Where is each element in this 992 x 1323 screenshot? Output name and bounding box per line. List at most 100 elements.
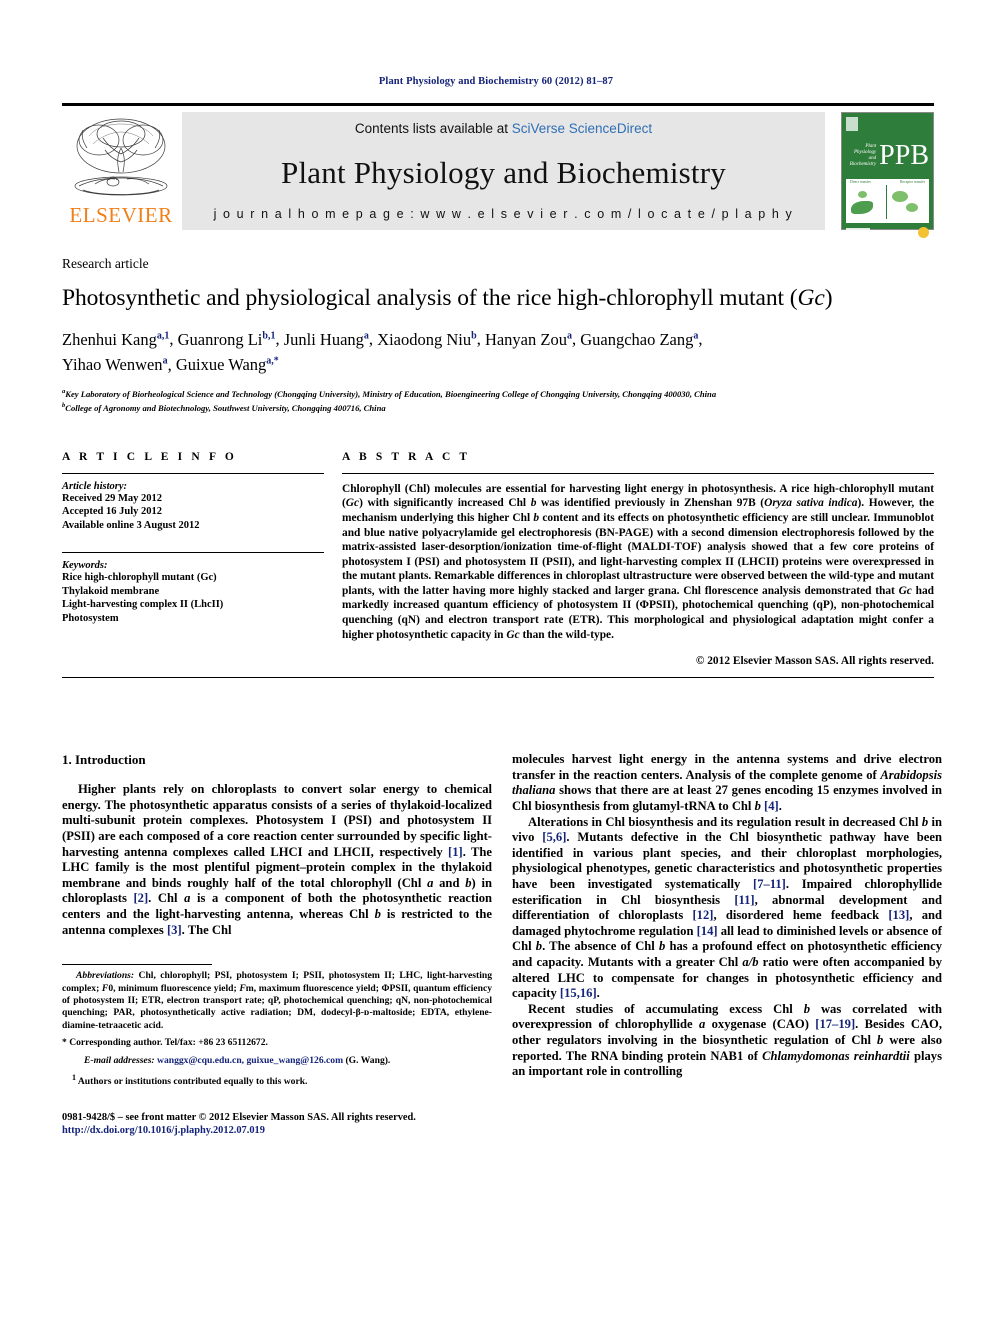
abstract-column: A B S T R A C T Chlorophyll (Chl) molecu… xyxy=(342,450,935,668)
footnote-equal-contribution-text: Authors or institutions contributed equa… xyxy=(77,1076,308,1088)
article-info-rule xyxy=(62,472,324,474)
paragraph: molecules harvest light energy in the an… xyxy=(512,752,942,814)
section-heading-introduction: 1. Introduction xyxy=(62,752,146,768)
article-info-heading: A R T I C L E I N F O xyxy=(62,450,237,463)
author-name: Guanrong Li xyxy=(177,329,263,349)
journal-title: Plant Physiology and Biochemistry xyxy=(281,154,726,190)
author-name: Yihao Wenwen xyxy=(62,355,163,374)
author-affil-marker: a,1 xyxy=(156,330,170,341)
keywords-rule xyxy=(62,552,324,554)
abstract-heading: A B S T R A C T xyxy=(342,450,471,463)
journal-cover-thumbnail: Plant Physiology and Biochemistry PPB Di… xyxy=(841,112,934,238)
affiliation-text: College of Agronomy and Biotechnology, S… xyxy=(65,403,386,414)
article-history-accepted: Accepted 16 July 2012 xyxy=(62,506,163,518)
footnote-emails: E-mail addresses: wanggx@cqu.edu.cn, gui… xyxy=(62,1055,492,1067)
title-italic: Gc xyxy=(797,285,825,311)
journal-homepage[interactable]: j o u r n a l h o m e p a g e : w w w . … xyxy=(214,207,794,221)
cover-figure: Direct transfer Receptor transfer xyxy=(846,179,929,223)
title-main: Photosynthetic and physiological analysi… xyxy=(62,285,798,311)
author-item: Junli Huanga xyxy=(284,330,369,349)
footnote-email-addresses[interactable]: wanggx@cqu.edu.cn, guixue_wang@126.com xyxy=(157,1055,343,1066)
cover-circle-1 xyxy=(892,191,908,202)
paragraph: Alterations in Chl biosynthesis and its … xyxy=(512,814,943,1001)
title-end: ) xyxy=(824,285,833,311)
body-columns: 1. Introduction Higher plants rely on ch… xyxy=(62,752,942,1136)
page-title: Photosynthetic and physiological analysi… xyxy=(62,284,934,312)
body-column-left: 1. Introduction Higher plants rely on ch… xyxy=(62,752,492,1136)
cover-ppb-letters: PPB xyxy=(879,140,929,171)
author-list: Zhenhui Kanga,1, Guanrong Lib,1, Junli H… xyxy=(62,329,703,375)
cover-figure-label-left: Direct transfer xyxy=(850,180,871,184)
article-info-abstract-block: A R T I C L E I N F O Article history: R… xyxy=(62,450,935,668)
cover-bottom-mark xyxy=(846,227,870,238)
author-name: Guangchao Zang xyxy=(580,329,694,349)
elsevier-logo: ELSEVIER xyxy=(62,112,180,230)
sciencedirect-link[interactable]: SciVerse ScienceDirect xyxy=(512,121,652,136)
keyword-item: Thylakoid membrane xyxy=(62,585,160,597)
cover-circle-2 xyxy=(906,203,918,212)
contents-list-line: Contents lists available at SciVerse Sci… xyxy=(355,121,652,136)
article-history-online: Available online 3 August 2012 xyxy=(62,519,200,531)
author-item: Hanyan Zoua xyxy=(485,330,572,349)
cover-divider xyxy=(886,185,887,219)
cover-elsevier-mark-icon xyxy=(846,117,858,131)
author-affil-marker: a,* xyxy=(266,355,279,367)
paragraph: Higher plants rely on chloroplasts to co… xyxy=(62,782,493,937)
cover-name-line-4: Biochemistry xyxy=(849,162,877,167)
affiliation-item: aKey Laboratory of Biorheological Scienc… xyxy=(62,386,934,400)
issn-line: 0981-9428/$ – see front matter © 2012 El… xyxy=(62,1111,416,1123)
cover-leaf-shape xyxy=(851,201,873,214)
author-name: Junli Huang xyxy=(283,329,364,349)
footnote-marker: 1 xyxy=(72,1073,76,1083)
author-item: Guixue Wanga,* xyxy=(176,355,279,374)
author-affil-marker: a xyxy=(693,330,699,341)
author-name: Guixue Wang xyxy=(175,355,267,374)
footnote-rule xyxy=(62,964,212,966)
contents-prefix: Contents lists available at xyxy=(354,121,512,136)
article-info-column: A R T I C L E I N F O Article history: R… xyxy=(62,451,324,668)
author-name: Hanyan Zou xyxy=(484,329,567,349)
footnote-corresponding-author: * Corresponding author. Tel/fax: +86 23 … xyxy=(62,1037,268,1049)
abstract-bottom-rule xyxy=(62,677,934,679)
author-affil-marker: b xyxy=(471,330,477,341)
affiliation-text: Key Laboratory of Biorheological Science… xyxy=(65,388,717,399)
paragraph: Recent studies of accumulating excess Ch… xyxy=(512,1001,943,1079)
footnote-equal-contribution: 1 Authors or institutions contributed eq… xyxy=(62,1072,492,1089)
author-item: Guangchao Zanga xyxy=(580,330,698,349)
footnotes-block: Abbreviations: Chl, chlorophyll; PSI, ph… xyxy=(62,964,492,1136)
cover-bottom-row xyxy=(846,226,929,239)
affiliation-item: bCollege of Agronomy and Biotechnology, … xyxy=(62,400,934,414)
author-name: Xiaodong Niu xyxy=(377,329,472,349)
doi-link[interactable]: http://dx.doi.org/10.1016/j.plaphy.2012.… xyxy=(62,1124,492,1137)
paper-page: Plant Physiology and Biochemistry 60 (20… xyxy=(0,0,992,1323)
author-item: Zhenhui Kanga,1 xyxy=(62,330,169,349)
author-item: Xiaodong Niub xyxy=(377,330,477,349)
cover-figure-label-right: Receptor transfer xyxy=(900,180,925,184)
journal-masthead: ELSEVIER Contents lists available at Sci… xyxy=(62,103,934,238)
cover-bottom-badge-icon xyxy=(918,227,929,238)
elsevier-tree-icon xyxy=(69,114,173,204)
keyword-item: Photosystem xyxy=(62,612,119,624)
footnote-email-suffix: (G. Wang). xyxy=(343,1054,391,1066)
keyword-item: Rice high-chlorophyll mutant (Gc) xyxy=(62,572,217,584)
author-affil-marker: a xyxy=(363,330,369,341)
masthead-center: Contents lists available at SciVerse Sci… xyxy=(182,112,825,230)
elsevier-wordmark: ELSEVIER xyxy=(69,203,173,227)
running-head: Plant Physiology and Biochemistry 60 (20… xyxy=(378,76,614,87)
abstract-text: Chlorophyll (Chl) molecules are essentia… xyxy=(342,482,935,641)
keyword-item: Light-harvesting complex II (LhcII) xyxy=(62,599,224,611)
abstract-rule xyxy=(342,472,934,474)
footnote-email-label: E-mail addresses: xyxy=(84,1054,155,1066)
keywords-label: Keywords: xyxy=(62,560,108,572)
footnote-abbreviations: Abbreviations: Chl, chlorophyll; PSI, ph… xyxy=(62,970,493,1031)
cover-top-row xyxy=(846,117,929,134)
cover-title-block: Plant Physiology and Biochemistry PPB xyxy=(846,136,929,176)
author-item: Yihao Wenwena xyxy=(62,355,168,374)
article-history-label: Article history: xyxy=(62,480,128,492)
author-affil-marker: a xyxy=(566,330,572,341)
cover-circle-3 xyxy=(858,191,867,198)
affiliation-list: aKey Laboratory of Biorheological Scienc… xyxy=(62,386,934,415)
cover-journal-name: Plant Physiology and Biochemistry xyxy=(846,144,879,168)
abstract-copyright: © 2012 Elsevier Masson SAS. All rights r… xyxy=(695,655,934,668)
article-type: Research article xyxy=(62,256,149,271)
